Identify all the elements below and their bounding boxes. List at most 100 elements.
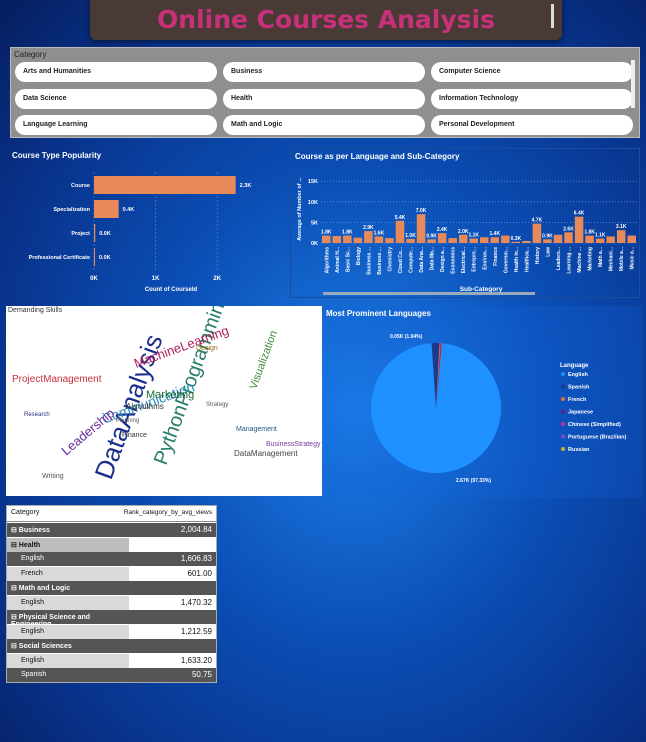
slice-data-label: 2.67K (97.33%) xyxy=(456,478,491,484)
matrix-row-label: ⊟ Math and Logic xyxy=(11,585,71,592)
bar-value-label: 0.0K xyxy=(99,255,111,261)
bar-value-label: 0.9K xyxy=(426,233,437,239)
matrix-row[interactable]: ⊟ Business 2,004.84 xyxy=(7,523,216,537)
bar-value-label: 3.1K xyxy=(616,224,627,230)
bar xyxy=(532,223,542,243)
x-tick-label: Marketing xyxy=(588,247,594,271)
bar-value-label: 1.8K xyxy=(321,230,332,236)
matrix-row[interactable]: ⊟ Health xyxy=(7,537,216,552)
slicer-scrollbar[interactable] xyxy=(631,60,635,108)
word-cloud-term: BusinessStrategy xyxy=(266,441,321,448)
matrix-header: Category Rank_category_by_avg_views xyxy=(7,506,216,522)
y-category-label: Professional Certificate xyxy=(29,255,90,261)
slicer-item[interactable]: Computer Science xyxy=(431,62,633,82)
matrix-row-label: Spanish xyxy=(21,671,47,678)
matrix-row[interactable]: ⊟ Social Sciences xyxy=(7,639,216,653)
matrix-col-category[interactable]: Category xyxy=(7,506,124,521)
bar-value-label: 0.0K xyxy=(99,231,111,237)
matrix-row[interactable]: ⊟ Math and Logic xyxy=(7,581,216,595)
x-tick-label: Chemistry xyxy=(387,247,393,272)
matrix-row-value: 1,212.59 xyxy=(129,624,216,639)
matrix-row-label: ⊟ Health xyxy=(11,541,41,549)
slicer-item[interactable]: Personal Development xyxy=(431,115,633,135)
slicer-item[interactable]: Business xyxy=(223,62,425,82)
matrix-row-value xyxy=(129,581,216,595)
matrix-row-label: ⊟ Business xyxy=(11,527,50,534)
slicer-header: Category xyxy=(14,50,47,59)
matrix-row-label: ⊟ Social Sciences xyxy=(11,643,72,650)
matrix-row: English 1,606.83 xyxy=(7,552,216,566)
slice-data-label: 0.05K (1.94%) xyxy=(390,334,423,340)
title-accent-bar xyxy=(551,4,554,28)
matrix-row-label: English xyxy=(21,656,44,664)
category-matrix-table: Category Rank_category_by_avg_views ⊟ Bu… xyxy=(6,505,217,683)
x-tick-label: Economics xyxy=(451,247,457,274)
bar xyxy=(522,240,531,243)
legend-marker xyxy=(561,422,565,426)
x-tick-label: Data Ana... xyxy=(419,246,425,272)
matrix-col-rank[interactable]: Rank_category_by_avg_views xyxy=(124,506,216,521)
bar xyxy=(332,236,342,243)
bar xyxy=(448,238,457,243)
slicer-item[interactable]: Language Learning xyxy=(15,115,217,135)
bar-value-label: 2.6K xyxy=(563,226,574,232)
word-cloud-term: DataManagement xyxy=(234,449,298,458)
word-cloud-term: Algorithms xyxy=(126,402,164,411)
y-tick-label: 15K xyxy=(308,179,318,185)
x-tick-label: Basic Sc... xyxy=(345,246,351,272)
bar xyxy=(364,231,373,243)
matrix-row-value: 1,470.32 xyxy=(129,595,216,610)
word-cloud-term: Research xyxy=(24,412,50,418)
matrix-row: Spanish 50.75 xyxy=(7,668,216,682)
bar-value-label: 2.3K xyxy=(240,183,252,189)
word-cloud-svg: DataAnalysisPythonProgrammingMachineLear… xyxy=(12,306,321,483)
slicer-item[interactable]: Data Science xyxy=(15,89,217,109)
word-cloud-term: Marketing xyxy=(146,389,194,401)
slicer-item[interactable]: Health xyxy=(223,89,425,109)
matrix-row: English 1,212.59 xyxy=(7,624,216,639)
x-axis-title: Count of CourseId xyxy=(145,287,198,293)
bar xyxy=(385,238,394,243)
bar-value-label: 1.8K xyxy=(342,230,353,236)
course-type-svg: 0K 1K 2K Course 2.3K Specialization 0.4K Projec… xyxy=(29,172,252,293)
matrix-row-label: English xyxy=(21,627,44,635)
bar xyxy=(94,176,236,194)
slicer-item[interactable]: Information Technology xyxy=(431,89,633,109)
legend-label: Portuguese (Brazilian) xyxy=(568,435,627,441)
legend-marker xyxy=(561,447,565,451)
bar xyxy=(458,234,468,243)
bar-value-label: 1.6K xyxy=(374,230,385,236)
x-tick-label: Learning ... xyxy=(567,246,573,273)
bar xyxy=(343,235,352,243)
x-tick-label: Cloud Co... xyxy=(398,246,404,273)
pie-svg: 0.05K (1.94%) 2.67K (97.33%) Language Engli… xyxy=(371,334,627,484)
word-cloud-term: Planning xyxy=(116,418,139,424)
bar xyxy=(574,216,584,243)
language-subcategory-svg: 15K10K5K0K1.8KAlgorithms Animal H...1.8KB… xyxy=(297,177,637,295)
matrix-row[interactable]: ⊟ Physical Science and Engineering xyxy=(7,610,216,628)
matrix-row-value: 1,606.83 xyxy=(180,554,212,563)
bar xyxy=(595,238,605,243)
dashboard-title-box: Online Courses Analysis xyxy=(90,0,562,40)
matrix-row-value: 1,633.20 xyxy=(129,653,216,668)
legend-label: Spanish xyxy=(568,385,590,391)
bar xyxy=(374,236,384,243)
matrix-row: English 1,470.32 xyxy=(7,595,216,610)
bar-value-label: 0.4K xyxy=(123,207,135,213)
slicer-item[interactable]: Math and Logic xyxy=(223,115,425,135)
bar-value-label: 2.9K xyxy=(363,225,374,231)
bar xyxy=(480,237,489,243)
legend-label: Japanese xyxy=(568,410,593,416)
x-tick-label: Compute... xyxy=(409,246,415,272)
bar xyxy=(511,241,521,243)
legend-marker xyxy=(561,384,565,389)
x-tick-label: History xyxy=(535,247,541,264)
slicer-item[interactable]: Arts and Humanities xyxy=(15,62,217,82)
x-tick-label: 0K xyxy=(90,276,98,282)
word-cloud-term: ProjectManagement xyxy=(12,374,102,385)
bar xyxy=(627,235,636,243)
legend-marker xyxy=(561,409,565,414)
legend-label: Chinese (Simplified) xyxy=(568,422,621,428)
y-tick-label: 0K xyxy=(311,241,318,247)
matrix-row-value xyxy=(129,610,216,624)
